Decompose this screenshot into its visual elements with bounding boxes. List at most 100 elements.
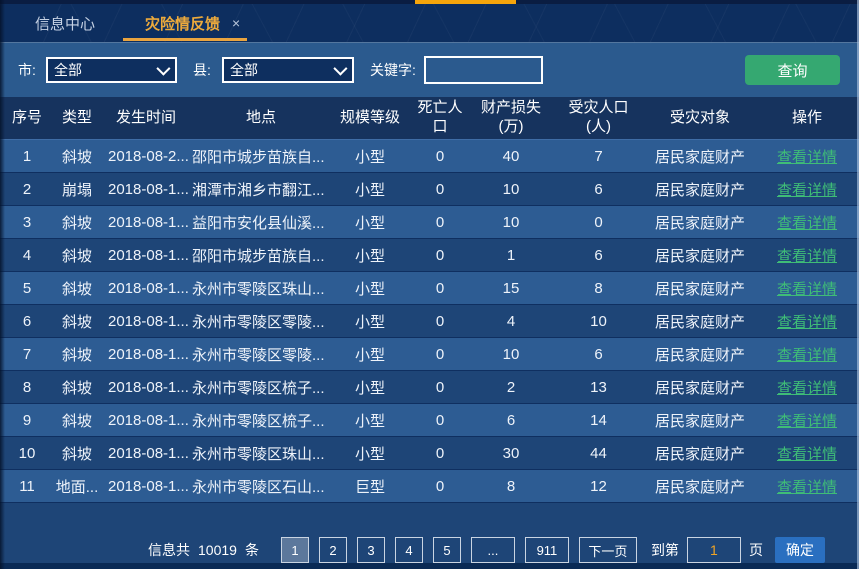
page-ellipsis-button[interactable]: ... xyxy=(471,537,515,563)
cell-deaths: 0 xyxy=(410,272,470,305)
cell-type: 斜坡 xyxy=(54,305,100,338)
cell-affected: 10 xyxy=(552,305,645,338)
tab-label: 灾险情反馈 xyxy=(145,13,220,34)
view-details-link[interactable]: 查看详情 xyxy=(777,446,837,463)
cell-affected: 14 xyxy=(552,404,645,437)
view-details-link[interactable]: 查看详情 xyxy=(777,479,837,496)
page-button-3[interactable]: 3 xyxy=(357,537,385,563)
cell-scale: 小型 xyxy=(330,272,410,305)
cell-time: 2018-08-1... xyxy=(100,305,192,338)
cell-target: 居民家庭财产 xyxy=(645,206,755,239)
cell-seq: 7 xyxy=(0,338,54,371)
cell-location: 邵阳市城步苗族自... xyxy=(192,239,330,272)
confirm-button[interactable]: 确定 xyxy=(775,537,825,563)
cell-type: 斜坡 xyxy=(54,404,100,437)
tab-info-center[interactable]: 信息中心 xyxy=(35,4,95,42)
page-button-4[interactable]: 4 xyxy=(395,537,423,563)
cell-action: 查看详情 xyxy=(755,371,859,404)
cell-scale: 巨型 xyxy=(330,470,410,503)
cell-target: 居民家庭财产 xyxy=(645,470,755,503)
page-button-1[interactable]: 1 xyxy=(281,537,309,563)
table-row: 1斜坡2018-08-2...邵阳市城步苗族自...小型0407居民家庭财产查看… xyxy=(0,140,859,173)
page-button-911[interactable]: 911 xyxy=(525,537,569,563)
cell-type: 地面... xyxy=(54,470,100,503)
cell-seq: 2 xyxy=(0,173,54,206)
cell-target: 居民家庭财产 xyxy=(645,173,755,206)
cell-scale: 小型 xyxy=(330,173,410,206)
cell-scale: 小型 xyxy=(330,371,410,404)
table-row: 4斜坡2018-08-1...邵阳市城步苗族自...小型016居民家庭财产查看详… xyxy=(0,239,859,272)
cell-loss: 40 xyxy=(470,140,552,173)
county-select[interactable]: 全部 xyxy=(222,57,354,83)
filter-bar: 市: 全部 县: 全部 关键字: 查询 xyxy=(0,43,859,97)
table-row: 5斜坡2018-08-1...永州市零陵区珠山...小型0158居民家庭财产查看… xyxy=(0,272,859,305)
view-details-link[interactable]: 查看详情 xyxy=(777,347,837,364)
view-details-link[interactable]: 查看详情 xyxy=(777,380,837,397)
tab-label: 信息中心 xyxy=(35,13,95,34)
table-row: 7斜坡2018-08-1...永州市零陵区零陵...小型0106居民家庭财产查看… xyxy=(0,338,859,371)
header-time: 发生时间 xyxy=(100,97,192,140)
close-icon[interactable]: × xyxy=(232,16,240,30)
goto-page-input[interactable] xyxy=(687,537,741,563)
page-buttons: 12345... 911 xyxy=(281,537,579,563)
table-row: 3斜坡2018-08-1...益阳市安化县仙溪...小型0100居民家庭财产查看… xyxy=(0,206,859,239)
view-details-link[interactable]: 查看详情 xyxy=(777,149,837,166)
view-details-link[interactable]: 查看详情 xyxy=(777,281,837,298)
cell-type: 斜坡 xyxy=(54,371,100,404)
cell-seq: 6 xyxy=(0,305,54,338)
table-row: 6斜坡2018-08-1...永州市零陵区零陵...小型0410居民家庭财产查看… xyxy=(0,305,859,338)
cell-location: 永州市零陵区梳子... xyxy=(192,404,330,437)
cell-target: 居民家庭财产 xyxy=(645,371,755,404)
cell-type: 斜坡 xyxy=(54,239,100,272)
cell-target: 居民家庭财产 xyxy=(645,272,755,305)
cell-loss: 6 xyxy=(470,404,552,437)
pagination-row: 信息共 10019 条 12345...911 下一页 到第 页 确定 xyxy=(148,537,825,563)
view-details-link[interactable]: 查看详情 xyxy=(777,314,837,331)
view-details-link[interactable]: 查看详情 xyxy=(777,182,837,199)
city-select[interactable]: 全部 xyxy=(46,57,177,83)
cell-loss: 4 xyxy=(470,305,552,338)
cell-time: 2018-08-1... xyxy=(100,338,192,371)
view-details-link[interactable]: 查看详情 xyxy=(777,248,837,265)
keyword-input[interactable] xyxy=(424,56,543,84)
page-button-2[interactable]: 2 xyxy=(319,537,347,563)
goto-label: 到第 xyxy=(651,540,679,560)
search-button[interactable]: 查询 xyxy=(745,55,840,85)
cell-action: 查看详情 xyxy=(755,173,859,206)
header-affected: 受灾人口 (人) xyxy=(552,97,645,140)
header-action: 操作 xyxy=(755,97,859,140)
cell-action: 查看详情 xyxy=(755,272,859,305)
cell-scale: 小型 xyxy=(330,206,410,239)
cell-action: 查看详情 xyxy=(755,239,859,272)
view-details-link[interactable]: 查看详情 xyxy=(777,215,837,232)
cell-action: 查看详情 xyxy=(755,140,859,173)
cell-time: 2018-08-1... xyxy=(100,404,192,437)
cell-scale: 小型 xyxy=(330,239,410,272)
cell-affected: 6 xyxy=(552,239,645,272)
cell-deaths: 0 xyxy=(410,470,470,503)
header-loss: 财产损失 (万) xyxy=(470,97,552,140)
cell-time: 2018-08-1... xyxy=(100,272,192,305)
cell-location: 湘潭市湘乡市翻江... xyxy=(192,173,330,206)
next-page-button[interactable]: 下一页 xyxy=(579,537,637,563)
view-details-link[interactable]: 查看详情 xyxy=(777,413,837,430)
cell-type: 斜坡 xyxy=(54,206,100,239)
cell-loss: 10 xyxy=(470,173,552,206)
page-button-5[interactable]: 5 xyxy=(433,537,461,563)
cell-scale: 小型 xyxy=(330,437,410,470)
cell-seq: 8 xyxy=(0,371,54,404)
cell-loss: 8 xyxy=(470,470,552,503)
active-tab-underline xyxy=(123,38,247,41)
cell-loss: 30 xyxy=(470,437,552,470)
cell-deaths: 0 xyxy=(410,404,470,437)
cell-target: 居民家庭财产 xyxy=(645,140,755,173)
header-location: 地点 xyxy=(192,97,330,140)
cell-affected: 12 xyxy=(552,470,645,503)
cell-target: 居民家庭财产 xyxy=(645,404,755,437)
tab-disaster-feedback[interactable]: 灾险情反馈 × xyxy=(145,4,240,42)
cell-deaths: 0 xyxy=(410,371,470,404)
total-suffix-label: 条 xyxy=(245,540,259,560)
cell-seq: 10 xyxy=(0,437,54,470)
cell-location: 永州市零陵区珠山... xyxy=(192,437,330,470)
cell-deaths: 0 xyxy=(410,437,470,470)
